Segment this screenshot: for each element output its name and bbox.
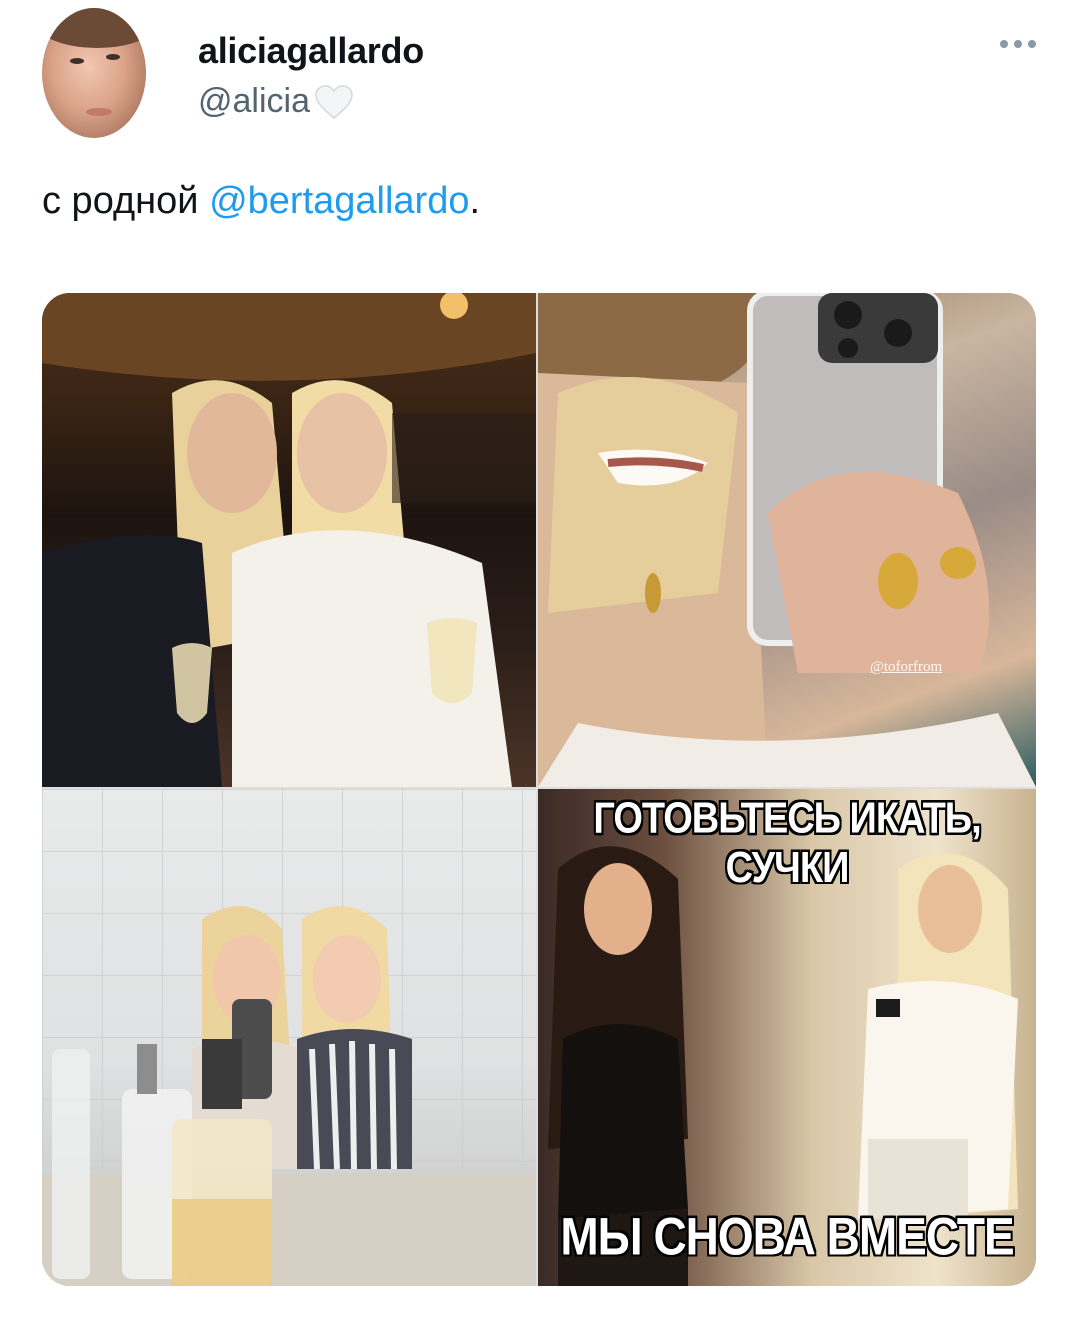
avatar[interactable] — [42, 8, 146, 138]
photo-3-illustration — [42, 906, 536, 1286]
photo-2[interactable]: @toforfrom — [538, 293, 1036, 787]
media-grid: @toforfrom ГОТОВЬТЕСЬ ИКАТЬ, СУЧКИ МЫ СН… — [42, 293, 1036, 1286]
meme-bottom-caption: МЫ СНОВА ВМЕСТЕ — [560, 1206, 1014, 1266]
photo-watermark: @toforfrom — [870, 659, 943, 675]
mention-link[interactable]: @bertagallardo — [209, 180, 469, 222]
photo-2-illustration — [538, 293, 1036, 787]
display-name[interactable]: aliciagallardo — [198, 30, 424, 72]
photo-1[interactable] — [42, 293, 536, 787]
white-heart-icon — [315, 84, 353, 119]
photo-4-meme[interactable]: ГОТОВЬТЕСЬ ИКАТЬ, СУЧКИ МЫ СНОВА ВМЕСТЕ — [538, 789, 1036, 1286]
tweet-text: с родной @bertagallardo. — [42, 180, 480, 223]
meme-top-caption: ГОТОВЬТЕСЬ ИКАТЬ, СУЧКИ — [593, 794, 981, 893]
photo-3[interactable] — [42, 789, 536, 1286]
handle-text: @alicia — [198, 82, 310, 120]
user-handle[interactable]: @alicia — [198, 82, 354, 121]
tweet-text-prefix: с родной — [42, 180, 210, 222]
photo-1-illustration — [42, 293, 536, 787]
tweet-text-suffix: . — [469, 180, 481, 222]
more-options-icon[interactable] — [1000, 40, 1036, 48]
